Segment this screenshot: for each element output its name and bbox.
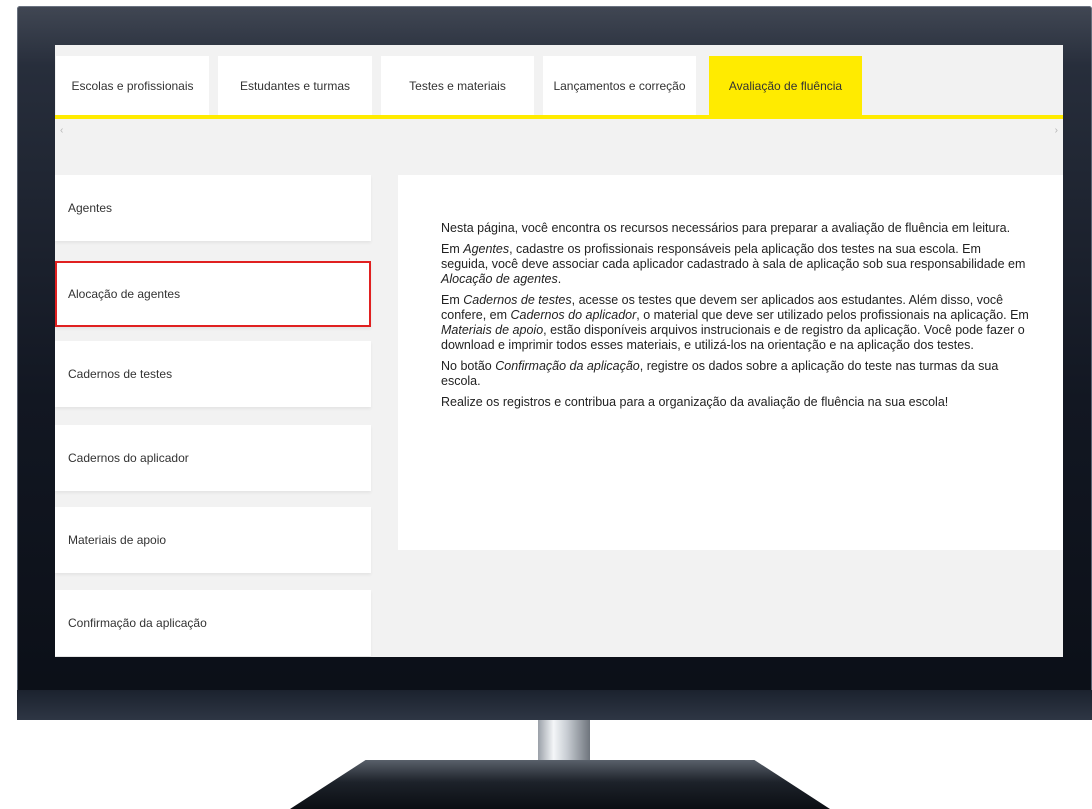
sidebar-item-materiais-de-apoio[interactable]: Materiais de apoio [55, 507, 371, 573]
text-segment: , o material que deve ser utilizado pelo… [636, 308, 1029, 322]
sidebar-item-label: Materiais de apoio [68, 533, 167, 547]
text-segment: No botão [441, 359, 496, 373]
agentes-paragraph: Em Agentes, cadastre os profissionais re… [441, 242, 1031, 287]
chevron-left-icon[interactable]: ‹ [60, 125, 63, 136]
cadernos-paragraph: Em Cadernos de testes, acesse os testes … [441, 293, 1031, 353]
closing-paragraph: Realize os registros e contribua para a … [441, 395, 1031, 410]
sidebar-item-label: Agentes [68, 201, 113, 215]
tab-estudantes-e-turmas[interactable]: Estudantes e turmas [218, 56, 372, 115]
sidebar-item-confirmacao-da-aplicacao[interactable]: Confirmação da aplicação [55, 590, 371, 656]
content-text: Nesta página, você encontra os recursos … [441, 221, 1031, 416]
tab-scrollbar[interactable]: ‹ › [55, 119, 1063, 143]
sidebar-item-agentes[interactable]: Agentes [55, 175, 371, 241]
confirmacao-paragraph: No botão Confirmação da aplicação, regis… [441, 359, 1031, 389]
closing-text: Realize os registros e contribua para a … [441, 395, 949, 409]
intro-paragraph: Nesta página, você encontra os recursos … [441, 221, 1031, 236]
emphasis-confirmacao-da-aplicacao: Confirmação da aplicação [495, 359, 640, 373]
sidebar-item-label: Cadernos de testes [68, 367, 173, 381]
emphasis-cadernos-de-testes: Cadernos de testes [463, 293, 572, 307]
emphasis-agentes: Agentes [463, 242, 510, 256]
sidebar-item-label: Confirmação da aplicação [68, 616, 207, 630]
sidebar-item-cadernos-do-aplicador[interactable]: Cadernos do aplicador [55, 425, 371, 491]
content-panel: Nesta página, você encontra os recursos … [398, 175, 1063, 550]
emphasis-cadernos-do-aplicador: Cadernos do aplicador [510, 308, 637, 322]
tab-lancamentos-e-correcao[interactable]: Lançamentos e correção [543, 56, 696, 115]
sidebar-item-cadernos-de-testes[interactable]: Cadernos de testes [55, 341, 371, 407]
sidebar-item-alocacao-de-agentes[interactable]: Alocação de agentes [55, 261, 371, 327]
screen: Escolas e profissionais Estudantes e tur… [55, 45, 1063, 657]
text-segment: , cadastre os profissionais responsáveis… [441, 242, 1026, 271]
sidebar-item-label: Cadernos do aplicador [68, 451, 189, 465]
tab-escolas-e-profissionais[interactable]: Escolas e profissionais [56, 56, 209, 115]
tab-bar: Escolas e profissionais Estudantes e tur… [55, 56, 1063, 115]
monitor-stand-base [290, 760, 830, 809]
tab-avaliacao-de-fluencia[interactable]: Avaliação de fluência [709, 56, 862, 115]
intro-text: Nesta página, você encontra os recursos … [441, 221, 1011, 235]
emphasis-materiais-de-apoio: Materiais de apoio [441, 323, 544, 337]
emphasis-alocacao-de-agentes: Alocação de agentes [441, 272, 558, 286]
tab-testes-e-materiais[interactable]: Testes e materiais [381, 56, 534, 115]
monitor-bezel-bottom [17, 690, 1092, 720]
sidebar-item-label: Alocação de agentes [68, 287, 181, 301]
text-segment: Em [441, 242, 464, 256]
text-segment: . [557, 272, 562, 286]
text-segment: Em [441, 293, 464, 307]
chevron-right-icon[interactable]: › [1055, 125, 1058, 136]
